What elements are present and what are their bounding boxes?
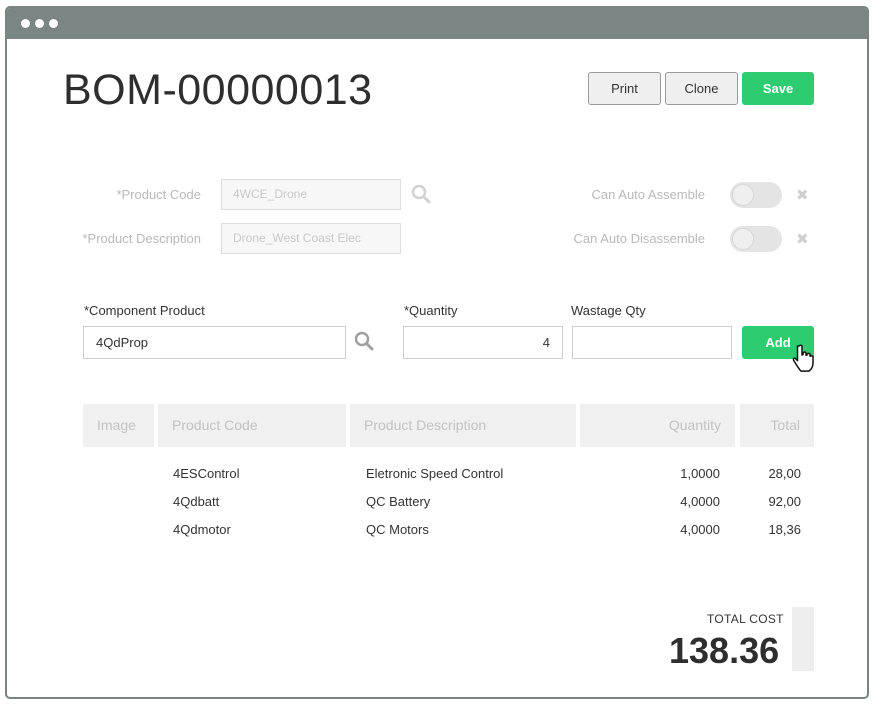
quantity-label: *Quantity (404, 303, 458, 318)
clone-button[interactable]: Clone (665, 72, 738, 105)
window-titlebar (7, 8, 867, 39)
hand-pointer-icon (792, 344, 814, 377)
quantity-input[interactable]: 4 (403, 326, 563, 359)
app-window: BOM-00000013 Print Clone Save *Product C… (5, 6, 869, 699)
product-description-field[interactable]: Drone_West Coast Elec (221, 223, 401, 254)
total-cost-scrollbar[interactable] (792, 607, 814, 671)
window-dot-icon[interactable] (35, 19, 44, 28)
auto-assemble-label: Can Auto Assemble (591, 187, 705, 202)
total-cost-value: 138.36 (669, 630, 780, 671)
row-product-code: 4Qdmotor (173, 522, 231, 537)
column-header-product-description: Product Description (350, 404, 576, 447)
row-quantity: 1,0000 (680, 466, 720, 481)
row-total: 18,36 (768, 522, 801, 537)
component-product-input[interactable]: 4QdProp (83, 326, 346, 359)
wastage-qty-label: Wastage Qty (571, 303, 646, 318)
auto-disassemble-toggle[interactable] (730, 226, 782, 252)
close-icon[interactable]: ✖ (796, 186, 809, 204)
auto-disassemble-label: Can Auto Disassemble (573, 231, 705, 246)
row-total: 92,00 (768, 494, 801, 509)
wastage-qty-input[interactable] (572, 326, 732, 359)
column-header-image: Image (83, 404, 154, 447)
window-dot-icon[interactable] (49, 19, 58, 28)
row-product-code: 4ESControl (173, 466, 240, 481)
auto-assemble-toggle[interactable] (730, 182, 782, 208)
product-code-field[interactable]: 4WCE_Drone (221, 179, 401, 210)
component-product-label: *Component Product (84, 303, 205, 318)
save-button[interactable]: Save (742, 72, 814, 105)
page-title: BOM-00000013 (63, 66, 373, 114)
row-quantity: 4,0000 (680, 522, 720, 537)
product-description-label: *Product Description (82, 231, 202, 246)
product-code-label: *Product Code (116, 187, 201, 202)
row-product-description: QC Motors (366, 522, 429, 537)
close-icon[interactable]: ✖ (796, 230, 809, 248)
row-total: 28,00 (768, 466, 801, 481)
search-icon[interactable] (354, 331, 374, 356)
row-product-description: Eletronic Speed Control (366, 466, 504, 481)
column-header-quantity: Quantity (580, 404, 735, 447)
row-product-description: QC Battery (366, 494, 431, 509)
row-product-code: 4Qdbatt (173, 494, 220, 509)
column-header-product-code: Product Code (158, 404, 346, 447)
column-header-total: Total (740, 404, 814, 447)
search-icon[interactable] (411, 184, 431, 209)
total-cost-label: TOTAL COST (707, 612, 784, 626)
print-button[interactable]: Print (588, 72, 661, 105)
window-dot-icon[interactable] (21, 19, 30, 28)
row-quantity: 4,0000 (680, 494, 720, 509)
